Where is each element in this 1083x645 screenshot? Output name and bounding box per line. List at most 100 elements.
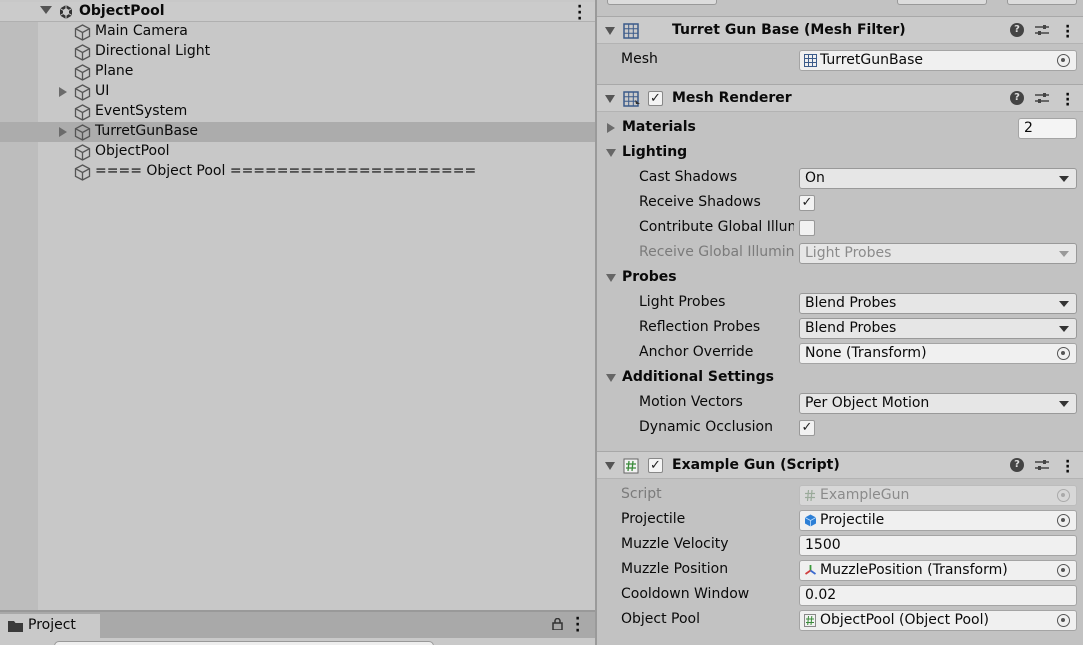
project-panel: Project · · ·	[0, 610, 595, 645]
projectile-field[interactable]: Projectile	[799, 510, 1077, 531]
cooldown-window-row: Cooldown Window 0.02	[597, 583, 1083, 608]
kebab-menu-icon[interactable]: · · ·	[1065, 88, 1070, 112]
materials-size-value: 2	[1024, 120, 1033, 136]
object-picker-icon[interactable]	[1057, 514, 1070, 527]
probes-section[interactable]: Probes	[597, 266, 1083, 291]
hierarchy-item-label: ObjectPool	[95, 143, 170, 159]
probes-label: Probes	[622, 269, 677, 285]
hierarchy-item[interactable]: ObjectPool	[0, 142, 595, 162]
additional-settings-label: Additional Settings	[622, 369, 774, 385]
preset-icon[interactable]	[1035, 24, 1049, 40]
chevron-right-icon[interactable]	[607, 123, 615, 133]
kebab-menu-icon[interactable]: · · ·	[575, 612, 580, 638]
object-picker-icon[interactable]	[1057, 564, 1070, 577]
chevron-down-icon[interactable]	[605, 462, 615, 470]
inspector-top-button[interactable]	[1007, 0, 1077, 5]
hierarchy-item-label: Directional Light	[95, 43, 211, 59]
mesh-renderer-header[interactable]: ✓ Mesh Renderer ? · · ·	[597, 84, 1083, 112]
object-pool-label: Object Pool	[621, 611, 701, 627]
light-probes-dropdown[interactable]: Blend Probes	[799, 293, 1077, 314]
example-gun-enabled-checkbox[interactable]: ✓	[648, 458, 663, 473]
receive-shadows-checkbox[interactable]: ✓	[799, 195, 815, 211]
project-tab-label: Project	[28, 617, 76, 633]
dynamic-occlusion-label: Dynamic Occlusion	[639, 419, 773, 435]
receive-gi-label: Receive Global Illumination	[639, 244, 794, 260]
object-picker-icon[interactable]	[1057, 347, 1070, 360]
cast-shadows-dropdown[interactable]: On	[799, 168, 1077, 189]
anchor-override-value: None (Transform)	[805, 345, 927, 361]
more-options-icon[interactable]: · · ·	[577, 0, 582, 26]
contribute-gi-label: Contribute Global Illumination	[639, 219, 794, 235]
scene-header[interactable]: ObjectPool · · ·	[0, 0, 595, 26]
component-title: Mesh Renderer	[672, 90, 792, 106]
mesh-field[interactable]: TurretGunBase	[799, 50, 1077, 71]
object-picker-icon[interactable]	[1057, 54, 1070, 67]
kebab-menu-icon[interactable]: · · ·	[1065, 455, 1070, 479]
muzzle-position-field[interactable]: MuzzlePosition (Transform)	[799, 560, 1077, 581]
object-picker-icon[interactable]	[1057, 614, 1070, 627]
dropdown-arrow-icon	[1059, 326, 1069, 332]
chevron-right-icon[interactable]	[59, 127, 67, 137]
preset-icon[interactable]	[1035, 92, 1049, 108]
additional-settings-section[interactable]: Additional Settings	[597, 366, 1083, 391]
cooldown-window-value: 0.02	[805, 587, 837, 603]
mesh-filter-header[interactable]: Turret Gun Base (Mesh Filter) ? · · ·	[597, 16, 1083, 44]
cooldown-window-label: Cooldown Window	[621, 586, 750, 602]
gameobject-cube-icon	[74, 164, 91, 185]
hierarchy-item[interactable]: UI	[0, 82, 595, 102]
muzzle-velocity-input[interactable]: 1500	[799, 535, 1077, 556]
hierarchy-item-label: EventSystem	[95, 103, 188, 119]
inspector-top-button[interactable]	[607, 0, 717, 5]
reflection-probes-dropdown[interactable]: Blend Probes	[799, 318, 1077, 339]
object-pool-field[interactable]: ObjectPool (Object Pool)	[799, 610, 1077, 631]
script-row: Script ExampleGun	[597, 483, 1083, 508]
hierarchy-item[interactable]: Plane	[0, 62, 595, 82]
mesh-label: Mesh	[621, 51, 658, 67]
help-icon[interactable]: ?	[1010, 23, 1024, 37]
chevron-down-icon[interactable]	[606, 149, 616, 157]
inspector-panel: Turret Gun Base (Mesh Filter) ? · · · Mesh…	[597, 0, 1083, 645]
anchor-override-field[interactable]: None (Transform)	[799, 343, 1077, 364]
mesh-renderer-enabled-checkbox[interactable]: ✓	[648, 91, 663, 106]
motion-vectors-label: Motion Vectors	[639, 394, 743, 410]
reflection-probes-label: Reflection Probes	[639, 319, 761, 335]
tab-project[interactable]: Project	[0, 614, 100, 638]
help-icon[interactable]: ?	[1010, 91, 1024, 105]
motion-vectors-row: Motion Vectors Per Object Motion	[597, 391, 1083, 416]
inspector-top-button[interactable]	[897, 0, 987, 5]
light-probes-value: Blend Probes	[805, 295, 897, 311]
hierarchy-item[interactable]: ==== Object Pool =====================	[0, 162, 595, 182]
hierarchy-item[interactable]: Main Camera	[0, 22, 595, 42]
script-icon	[804, 489, 816, 505]
chevron-down-icon[interactable]	[606, 274, 616, 282]
lighting-label: Lighting	[622, 144, 688, 160]
dropdown-arrow-icon	[1059, 301, 1069, 307]
contribute-gi-checkbox[interactable]	[799, 220, 815, 236]
materials-row[interactable]: Materials 2	[597, 116, 1083, 141]
materials-size-field[interactable]: 2	[1018, 118, 1077, 139]
hierarchy-item[interactable]: Directional Light	[0, 42, 595, 62]
help-icon[interactable]: ?	[1010, 458, 1024, 472]
chevron-down-icon[interactable]	[606, 374, 616, 382]
lock-icon[interactable]	[552, 617, 563, 634]
hierarchy-item[interactable]: TurretGunBase	[0, 122, 595, 142]
cooldown-window-input[interactable]: 0.02	[799, 585, 1077, 606]
search-input[interactable]	[54, 641, 434, 645]
mesh-row: Mesh TurretGunBase	[597, 48, 1083, 73]
receive-gi-dropdown: Light Probes	[799, 243, 1077, 264]
folder-icon	[8, 620, 23, 636]
dropdown-arrow-icon	[1059, 401, 1069, 407]
chevron-right-icon[interactable]	[59, 87, 67, 97]
kebab-menu-icon[interactable]: · · ·	[1065, 20, 1070, 44]
reflection-probes-row: Reflection Probes Blend Probes	[597, 316, 1083, 341]
lighting-section[interactable]: Lighting	[597, 141, 1083, 166]
chevron-down-icon[interactable]	[605, 27, 615, 35]
chevron-down-icon[interactable]	[605, 95, 615, 103]
example-gun-header[interactable]: ✓ Example Gun (Script) ? · · ·	[597, 451, 1083, 479]
hierarchy-item[interactable]: EventSystem	[0, 102, 595, 122]
cast-shadows-row: Cast Shadows On	[597, 166, 1083, 191]
dynamic-occlusion-checkbox[interactable]: ✓	[799, 420, 815, 436]
preset-icon[interactable]	[1035, 459, 1049, 475]
chevron-down-icon[interactable]	[40, 6, 52, 14]
motion-vectors-dropdown[interactable]: Per Object Motion	[799, 393, 1077, 414]
